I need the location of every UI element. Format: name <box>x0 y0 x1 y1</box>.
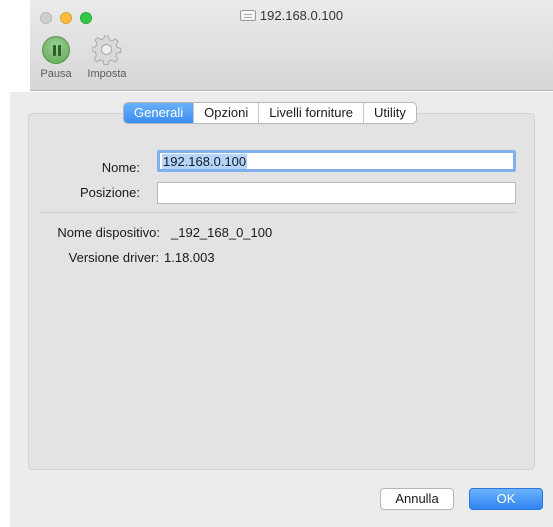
tab-generali[interactable]: Generali <box>124 103 194 123</box>
driver-version-value: 1.18.003 <box>164 250 215 265</box>
pause-label: Pausa <box>40 68 72 80</box>
device-name-label: Nome dispositivo: <box>57 225 160 240</box>
device-name-value: _192_168_0_100 <box>171 225 273 240</box>
window-title: 192.168.0.100 <box>30 8 553 23</box>
gear-icon <box>92 35 122 65</box>
name-label: Nome: <box>101 160 140 175</box>
setup-label: Imposta <box>87 68 127 80</box>
setup-button[interactable]: Imposta <box>82 35 132 80</box>
position-label: Posizione: <box>80 185 140 200</box>
tab-livelli-forniture[interactable]: Livelli forniture <box>258 103 363 123</box>
name-field-value: 192.168.0.100 <box>162 154 248 169</box>
pause-button[interactable]: Pausa <box>36 36 76 80</box>
cancel-button[interactable]: Annulla <box>380 488 454 510</box>
printer-queue-icon <box>239 10 256 21</box>
pause-icon <box>42 36 70 64</box>
ok-button[interactable]: OK <box>469 488 543 510</box>
window-title-text: 192.168.0.100 <box>259 8 344 23</box>
tab-bar: Generali Opzioni Livelli forniture Utili… <box>123 102 417 124</box>
tab-opzioni[interactable]: Opzioni <box>193 103 258 123</box>
driver-version-label: Versione driver: <box>68 250 159 265</box>
title-bar: 192.168.0.100 Pausa Imposta <box>30 0 553 91</box>
position-field[interactable] <box>157 182 516 204</box>
tab-utility[interactable]: Utility <box>363 103 416 123</box>
name-field[interactable]: 192.168.0.100 <box>157 150 516 172</box>
divider <box>40 212 516 213</box>
